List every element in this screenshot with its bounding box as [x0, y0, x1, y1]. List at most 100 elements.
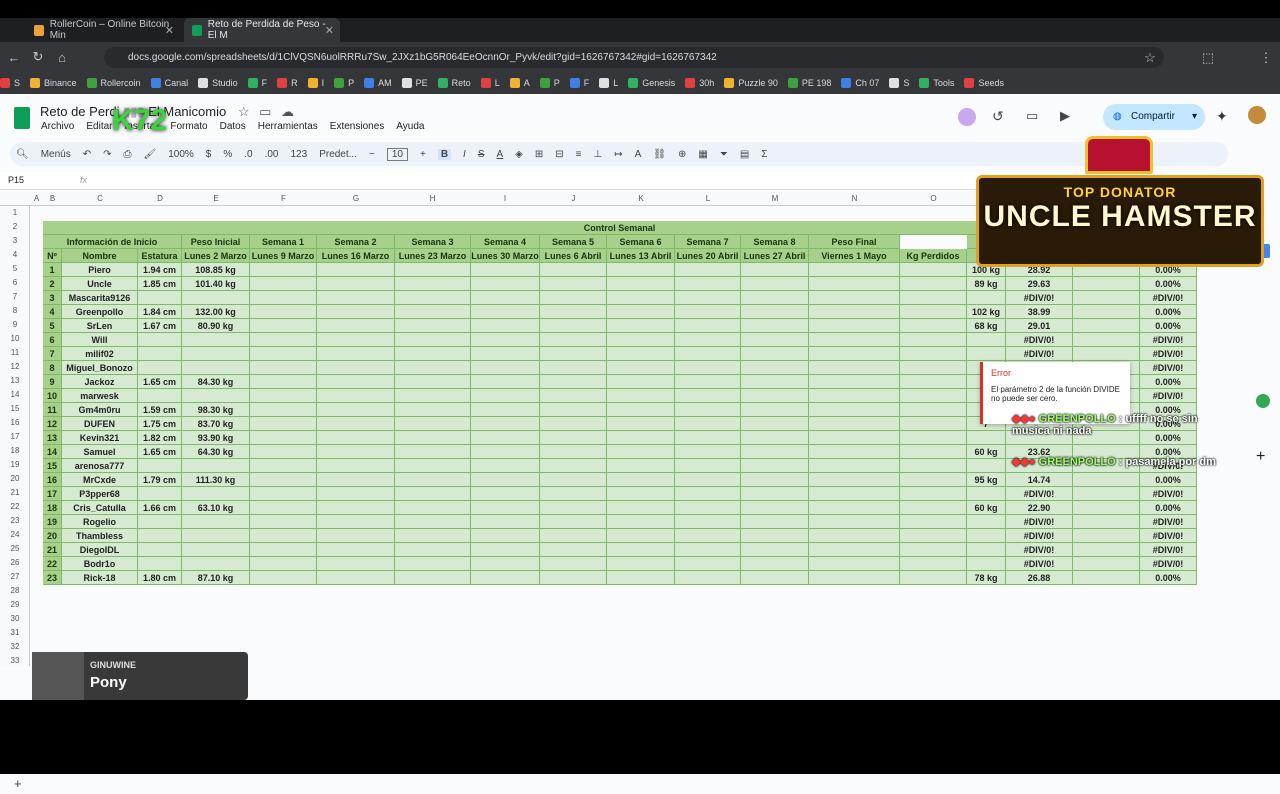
table-cell[interactable]: [900, 571, 967, 585]
final-weight-cell[interactable]: [967, 291, 1006, 305]
table-cell[interactable]: [607, 487, 675, 501]
name-cell[interactable]: Piero: [62, 263, 138, 277]
name-box[interactable]: P15: [8, 175, 24, 185]
table-cell[interactable]: [1073, 347, 1140, 361]
row-header[interactable]: 14: [0, 388, 30, 402]
percent-cell[interactable]: 0.00%: [1140, 277, 1197, 291]
percent-cell[interactable]: #DIV/0!: [1140, 347, 1197, 361]
table-cell[interactable]: [809, 529, 900, 543]
table-cell[interactable]: [607, 571, 675, 585]
weight-cell[interactable]: 80.90 kg: [182, 319, 250, 333]
imc-cell[interactable]: 22.90: [1006, 501, 1073, 515]
height-cell[interactable]: [138, 515, 182, 529]
row-header[interactable]: 18: [0, 444, 30, 458]
weight-cell[interactable]: 111.30 kg: [182, 473, 250, 487]
table-cell[interactable]: [900, 403, 967, 417]
table-cell[interactable]: [540, 347, 607, 361]
table-cell[interactable]: [741, 305, 809, 319]
row-number-cell[interactable]: 8: [43, 361, 62, 375]
table-cell[interactable]: [250, 487, 317, 501]
table-cell[interactable]: [250, 543, 317, 557]
table-cell[interactable]: [1073, 291, 1140, 305]
table-cell[interactable]: [607, 347, 675, 361]
close-tab-icon[interactable]: ✕: [325, 24, 334, 37]
column-header[interactable]: J: [540, 192, 607, 206]
bookmark-item[interactable]: Tools: [919, 78, 954, 88]
table-cell[interactable]: [607, 333, 675, 347]
imc-cell[interactable]: #DIV/0!: [1006, 487, 1073, 501]
table-cell[interactable]: [809, 501, 900, 515]
table-cell[interactable]: [675, 263, 741, 277]
table-cell[interactable]: [471, 347, 540, 361]
row-number-cell[interactable]: 7: [43, 347, 62, 361]
row-header[interactable]: 25: [0, 542, 30, 556]
table-cell[interactable]: [317, 571, 395, 585]
font-size-decrease-icon[interactable]: −: [369, 149, 375, 160]
height-cell[interactable]: 1.59 cm: [138, 403, 182, 417]
height-cell[interactable]: [138, 347, 182, 361]
table-cell[interactable]: [250, 431, 317, 445]
table-cell[interactable]: [540, 487, 607, 501]
table-cell[interactable]: [317, 501, 395, 515]
table-cell[interactable]: [540, 403, 607, 417]
imc-cell[interactable]: #DIV/0!: [1006, 543, 1073, 557]
name-cell[interactable]: Miguel_Bonozo: [62, 361, 138, 375]
table-cell[interactable]: [395, 487, 471, 501]
meet-icon[interactable]: ▶: [1060, 108, 1070, 124]
sheets-logo-icon[interactable]: [14, 107, 30, 129]
wrap-icon[interactable]: ↦: [614, 149, 622, 160]
table-cell[interactable]: [675, 557, 741, 571]
table-cell[interactable]: [900, 501, 967, 515]
table-cell[interactable]: [317, 263, 395, 277]
print-icon[interactable]: ⎙: [124, 149, 132, 160]
table-header[interactable]: Nombre: [62, 249, 138, 263]
table-header[interactable]: Lunes 13 Abril: [607, 249, 675, 263]
weight-cell[interactable]: [182, 529, 250, 543]
home-icon[interactable]: ⌂: [50, 50, 74, 65]
name-cell[interactable]: SrLen: [62, 319, 138, 333]
sparkle-icon[interactable]: ✦: [1216, 108, 1228, 125]
percent-cell[interactable]: 0.00%: [1140, 375, 1197, 389]
height-cell[interactable]: 1.65 cm: [138, 445, 182, 459]
name-cell[interactable]: Mascarita9126: [62, 291, 138, 305]
table-cell[interactable]: [741, 501, 809, 515]
table-cell[interactable]: [675, 361, 741, 375]
font-select[interactable]: Predet...: [319, 149, 357, 160]
row-number-cell[interactable]: 15: [43, 459, 62, 473]
table-cell[interactable]: [1073, 277, 1140, 291]
final-weight-cell[interactable]: 68 kg: [967, 319, 1006, 333]
final-weight-cell[interactable]: [967, 347, 1006, 361]
table-header[interactable]: Viernes 1 Mayo: [809, 249, 900, 263]
table-cell[interactable]: [471, 487, 540, 501]
table-header[interactable]: Información de Inicio: [43, 235, 182, 249]
table-header[interactable]: Lunes 20 Abril: [675, 249, 741, 263]
height-cell[interactable]: [138, 333, 182, 347]
table-cell[interactable]: [607, 403, 675, 417]
row-header[interactable]: 27: [0, 570, 30, 584]
bookmark-item[interactable]: Puzzle 90: [724, 78, 778, 88]
menu-7[interactable]: Ayuda: [396, 121, 424, 132]
browser-tab-rollercoin[interactable]: RollerCoin – Online Bitcoin Min ✕: [26, 18, 180, 42]
table-cell[interactable]: [395, 543, 471, 557]
table-cell[interactable]: [250, 473, 317, 487]
table-cell[interactable]: [250, 403, 317, 417]
imc-cell[interactable]: 14.74: [1006, 473, 1073, 487]
borders-icon[interactable]: ⊞: [535, 149, 543, 160]
height-cell[interactable]: 1.85 cm: [138, 277, 182, 291]
final-weight-cell[interactable]: 95 kg: [967, 473, 1006, 487]
row-number-cell[interactable]: 3: [43, 291, 62, 305]
row-number-cell[interactable]: 4: [43, 305, 62, 319]
height-cell[interactable]: 1.79 cm: [138, 473, 182, 487]
column-header[interactable]: B: [43, 192, 62, 206]
percent-cell[interactable]: 0.00%: [1140, 305, 1197, 319]
name-cell[interactable]: DUFEN: [62, 417, 138, 431]
table-cell[interactable]: [809, 375, 900, 389]
height-cell[interactable]: [138, 291, 182, 305]
table-cell[interactable]: [471, 557, 540, 571]
table-cell[interactable]: [607, 445, 675, 459]
table-cell[interactable]: [809, 403, 900, 417]
name-cell[interactable]: marwesk: [62, 389, 138, 403]
row-header[interactable]: 24: [0, 528, 30, 542]
name-cell[interactable]: Rogelio: [62, 515, 138, 529]
bookmark-item[interactable]: F: [569, 78, 589, 88]
